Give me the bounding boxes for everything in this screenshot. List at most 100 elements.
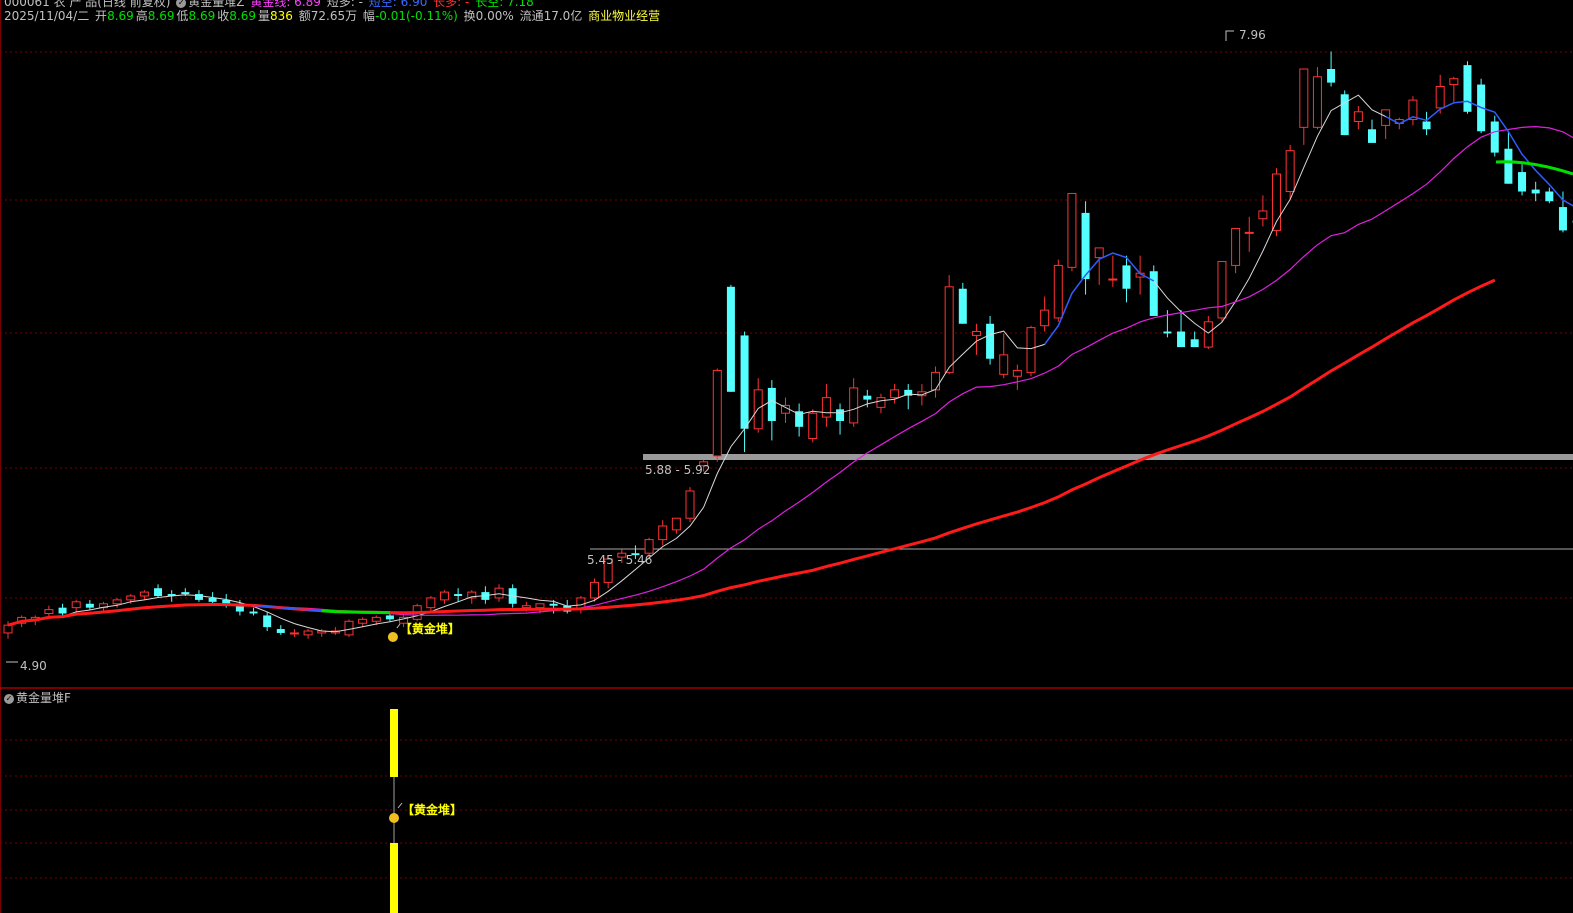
- candle: [71, 599, 81, 612]
- candle-body-up: [808, 412, 818, 439]
- candle: [1026, 325, 1036, 377]
- candle-body-up: [71, 601, 81, 609]
- high-pointer: [1225, 30, 1234, 41]
- candle: [849, 378, 859, 427]
- lower-panel-title[interactable]: 黄金量堆F: [16, 691, 71, 705]
- candle: [986, 315, 995, 365]
- candle-body-down: [958, 288, 967, 324]
- candle-body-down: [1490, 121, 1499, 153]
- candle: [931, 366, 941, 398]
- low-value: 8.69: [188, 9, 216, 23]
- candle: [1518, 164, 1527, 196]
- volume-label: 量: [257, 9, 270, 23]
- candle: [1108, 255, 1118, 287]
- candle-body-down: [863, 395, 872, 400]
- float-cap-value: 流通17.0亿: [519, 9, 583, 23]
- candle-body-up: [371, 616, 381, 622]
- candle: [1244, 216, 1254, 252]
- candle: [712, 368, 722, 462]
- candle: [1177, 310, 1186, 348]
- change-label: 幅: [362, 9, 375, 23]
- candle-body-up: [890, 389, 900, 399]
- candle: [876, 393, 886, 414]
- volume-signal-bar: [390, 709, 398, 777]
- chart-canvas[interactable]: 7.96 4.90 5.88 - 5.92 5.45 - 5.46 【黄金堆】 【黄金堆…: [0, 0, 1573, 913]
- candle: [904, 384, 913, 410]
- candle: [454, 588, 463, 602]
- volume-signal-bar: [390, 843, 398, 913]
- candle-body-up: [671, 517, 681, 531]
- candle-body-down: [767, 387, 776, 421]
- candle: [1149, 265, 1158, 316]
- candle-body-up: [1217, 261, 1227, 319]
- candle-body-down: [1340, 94, 1349, 136]
- candle-body-down: [836, 409, 845, 421]
- candle: [1299, 68, 1309, 145]
- candle-body-up: [1353, 111, 1363, 123]
- candle: [999, 333, 1009, 379]
- candle-body-up: [1435, 86, 1445, 109]
- candle: [1353, 105, 1363, 130]
- candle-body-down: [986, 323, 995, 359]
- candle-body-down: [276, 629, 285, 633]
- candle: [1490, 115, 1499, 157]
- candle-body-up: [931, 371, 941, 391]
- candle-body-down: [181, 592, 190, 595]
- gold-line-value: 黄金线: 6.89: [250, 0, 321, 9]
- candle: [85, 599, 94, 610]
- candle: [426, 595, 436, 612]
- candle-body-up: [1299, 68, 1309, 128]
- money-bag-icon: [387, 632, 398, 642]
- candle-body-down: [1122, 265, 1131, 289]
- candle-body-up: [712, 369, 722, 457]
- close-label: 收: [217, 9, 230, 23]
- candle-body-down: [1149, 271, 1158, 316]
- chart-header: 000061 农 产 品(日线 前复权) ✓ 黄金量堆Z 黄金线: 6.89 短多…: [4, 0, 536, 9]
- long-empty-value: 长空: 7.18: [475, 0, 534, 9]
- candle: [439, 590, 449, 604]
- candle-body-down: [263, 615, 272, 628]
- candle-body-up: [1449, 78, 1459, 86]
- candle: [1531, 181, 1540, 202]
- candle: [1272, 168, 1282, 237]
- indicator-name[interactable]: 黄金量堆Z: [188, 0, 244, 9]
- candle-body-up: [303, 630, 313, 636]
- amount-value: 额72.65万: [298, 9, 358, 23]
- candle-body-up: [1067, 192, 1077, 268]
- candle-body-down: [194, 594, 203, 600]
- candle: [1422, 111, 1431, 136]
- candle-body-up: [494, 587, 504, 599]
- settings-circle-icon[interactable]: ✓: [176, 0, 187, 8]
- candle-body-down: [249, 611, 258, 614]
- candle-body-up: [535, 603, 545, 609]
- candle: [1231, 227, 1241, 274]
- candle: [658, 520, 668, 546]
- candle-body-down: [385, 615, 394, 620]
- volume-value: 836: [270, 9, 293, 23]
- candle-body-up: [358, 618, 368, 624]
- candle-body-down: [1545, 191, 1554, 202]
- candle-body-down: [740, 335, 749, 429]
- candle-body-up: [1285, 150, 1295, 193]
- panel-toggle-icon[interactable]: ✓: [4, 693, 14, 704]
- candle: [289, 629, 299, 637]
- candle-body-up: [439, 591, 449, 601]
- candle: [726, 284, 735, 392]
- candle: [944, 275, 954, 375]
- candle: [1122, 255, 1131, 303]
- candle: [1408, 96, 1418, 126]
- candle-body-up: [821, 397, 831, 418]
- candle-body-up: [1244, 231, 1254, 234]
- candle-body-down: [1327, 69, 1336, 83]
- candle-body-up: [849, 387, 859, 424]
- candle-body-down: [85, 603, 94, 608]
- candle: [671, 517, 681, 534]
- candle-body-down: [1163, 331, 1172, 334]
- candle-body-up: [1012, 369, 1022, 377]
- stock-title[interactable]: 000061 农 产 品(日线 前复权): [4, 0, 170, 9]
- candle-body-down: [1504, 148, 1513, 184]
- candle-body-up: [44, 609, 54, 614]
- candle-body-down: [1081, 212, 1090, 280]
- candle: [1312, 67, 1322, 130]
- candle: [1285, 144, 1295, 200]
